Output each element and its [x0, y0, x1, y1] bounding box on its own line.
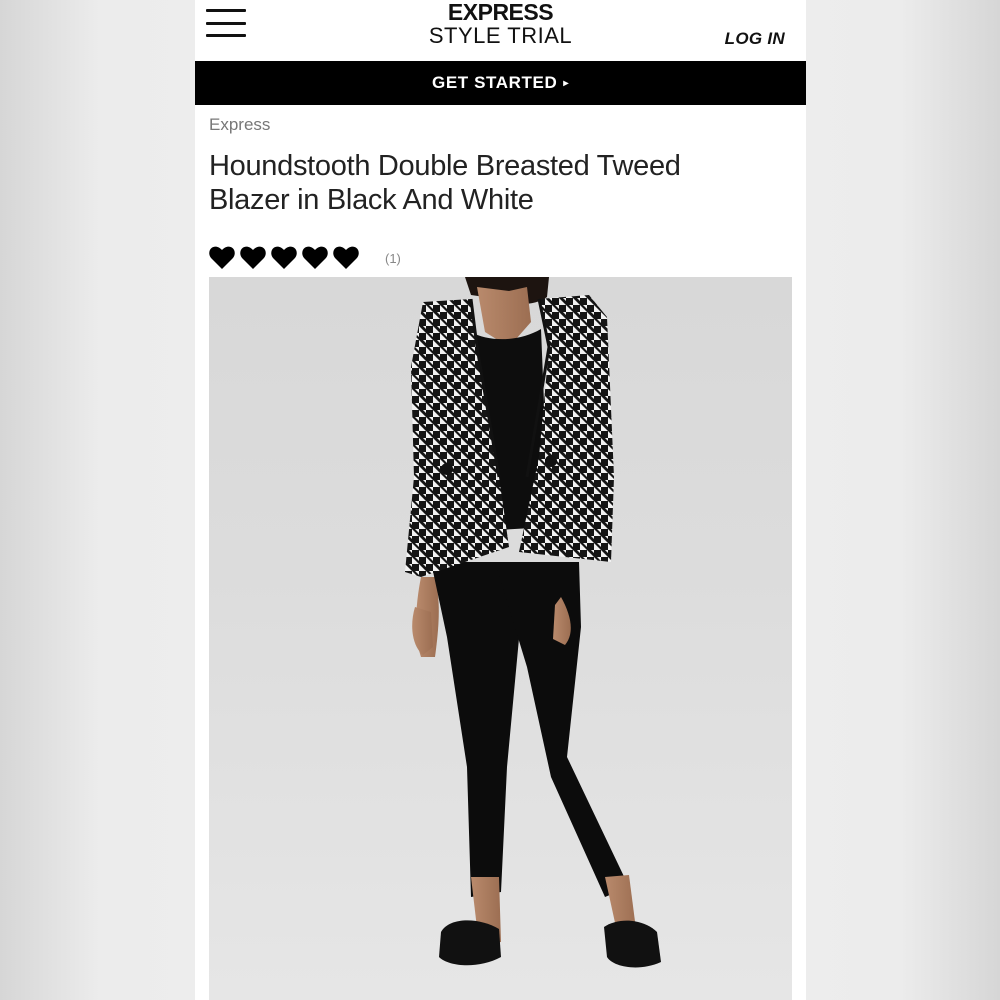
product-image[interactable]	[209, 277, 792, 1000]
heart-icon	[209, 246, 235, 269]
heart-icon	[271, 246, 297, 269]
play-arrow-icon: ▸	[563, 77, 569, 89]
review-count[interactable]: (1)	[385, 251, 401, 266]
product-info: Express Houndstooth Double Breasted Twee…	[195, 115, 806, 271]
heart-icon	[302, 246, 328, 269]
rating-hearts	[209, 246, 359, 270]
brand-logo[interactable]: EXPRESS STYLE TRIAL	[195, 0, 806, 48]
product-title: Houndstooth Double Breasted Tweed Blazer…	[209, 149, 792, 217]
phone-viewport: EXPRESS STYLE TRIAL LOG IN GET STARTED ▸…	[195, 0, 806, 1000]
product-title-line-2: Blazer in Black And White	[209, 184, 534, 216]
brand-name: EXPRESS	[447, 0, 554, 25]
rating-row[interactable]: (1)	[209, 245, 792, 271]
get-started-label: GET STARTED	[432, 73, 558, 92]
top-bar: EXPRESS STYLE TRIAL LOG IN	[195, 0, 806, 61]
login-link[interactable]: LOG IN	[725, 29, 785, 49]
product-vendor[interactable]: Express	[209, 115, 792, 135]
product-title-line-1: Houndstooth Double Breasted Tweed	[209, 150, 681, 182]
heart-icon	[333, 246, 359, 269]
get-started-button[interactable]: GET STARTED ▸	[195, 61, 806, 105]
heart-icon	[240, 246, 266, 269]
model-photo	[405, 277, 661, 968]
brand-subtitle: STYLE TRIAL	[428, 23, 573, 48]
